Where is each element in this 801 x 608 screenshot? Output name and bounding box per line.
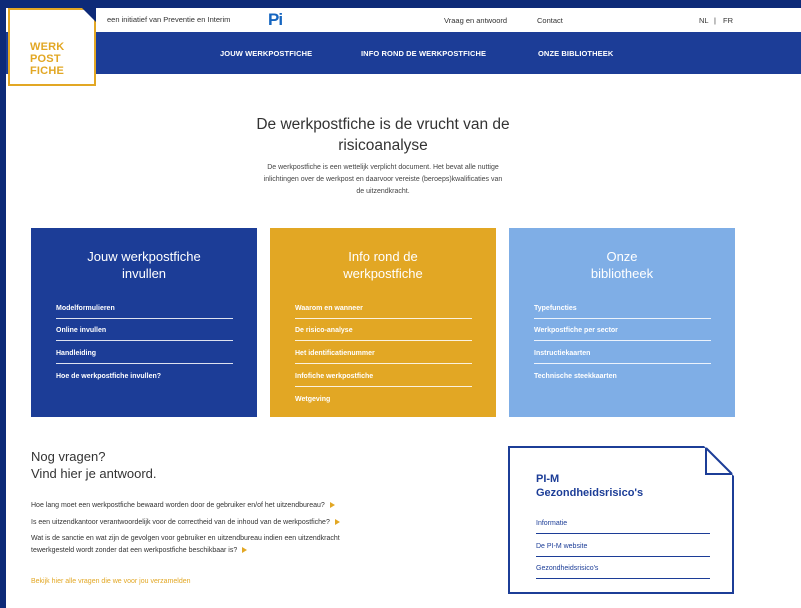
card-link-hoe-invullen[interactable]: Hoe de werkpostfiche invullen?	[56, 373, 233, 386]
card-title-line: Info rond de	[348, 249, 418, 264]
intro-title-line: risicoanalyse	[338, 137, 428, 154]
card-link-handleiding[interactable]: Handleiding	[56, 350, 233, 364]
card-jouw-werkpostfiche: Jouw werkpostfiche invullen Modelformuli…	[31, 228, 257, 417]
intro-title-line: De werkpostfiche is de vrucht van de	[256, 116, 510, 133]
nav-info-werkpostfiche[interactable]: INFO ROND DE WERKPOSTFICHE	[361, 49, 486, 58]
logo-line-post: POST	[30, 53, 61, 65]
pim-link-gezondheidsrisicos[interactable]: Gezondheidsrisico's	[536, 565, 710, 579]
questions-title-line: Vind hier je antwoord.	[31, 466, 157, 481]
lang-nl[interactable]: NL	[699, 16, 709, 25]
initiative-text: een initiatief van Preventie en Interim	[107, 15, 231, 24]
card-link-typefuncties[interactable]: Typefuncties	[534, 305, 711, 319]
faq-link[interactable]: Vraag en antwoord	[444, 16, 507, 25]
card-link-modelformulieren[interactable]: Modelformulieren	[56, 305, 233, 319]
card-link-online-invullen[interactable]: Online invullen	[56, 327, 233, 341]
card-info-werkpostfiche: Info rond de werkpostfiche Waarom en wan…	[270, 228, 496, 417]
card-title: Jouw werkpostfiche invullen	[31, 248, 257, 282]
intro-text: De werkpostfiche is een wettelijk verpli…	[231, 162, 535, 198]
pim-link-website[interactable]: De PI-M website	[536, 543, 710, 557]
card-link-technische-steekkaarten[interactable]: Technische steekkaarten	[534, 373, 711, 386]
logo-line-werk: WERK	[30, 41, 65, 53]
question-link[interactable]: Is een uitzendkantoor verantwoordelijk v…	[31, 517, 461, 529]
question-link[interactable]: Hoe lang moet een werkpostfiche bewaard …	[31, 500, 461, 512]
main-nav: JOUW WERKPOSTFICHE INFO ROND DE WERKPOST…	[6, 32, 801, 74]
card-title-line: werkpostfiche	[343, 266, 423, 281]
questions-title: Nog vragen? Vind hier je antwoord.	[31, 448, 157, 482]
all-questions-link[interactable]: Bekijk hier alle vragen die we voor jou …	[31, 578, 191, 585]
card-title-line: invullen	[121, 266, 167, 281]
card-link-infofiche[interactable]: Infofiche werkpostfiche	[295, 373, 472, 387]
card-link-waarom-wanneer[interactable]: Waarom en wanneer	[295, 305, 472, 319]
card-title-line: bibliotheek	[590, 266, 654, 281]
card-link-wetgeving[interactable]: Wetgeving	[295, 396, 472, 409]
question-text: Wat is de sanctie en wat zijn de gevolge…	[31, 535, 340, 542]
pim-link-informatie[interactable]: Informatie	[536, 520, 710, 534]
intro-text-line: De werkpostfiche is een wettelijk verpli…	[267, 164, 499, 171]
nav-jouw-werkpostfiche[interactable]: JOUW WERKPOSTFICHE	[220, 49, 312, 58]
lang-separator: |	[714, 16, 716, 25]
arrow-right-icon	[242, 547, 248, 554]
card-title-line: Jouw werkpostfiche	[87, 249, 201, 264]
question-link[interactable]: Wat is de sanctie en wat zijn de gevolge…	[31, 533, 461, 557]
card-title: Onze bibliotheek	[509, 248, 735, 282]
intro-text-line: inlichtingen over de werkpost en daarvoo…	[263, 176, 503, 183]
card-link-identificatienummer[interactable]: Het identificatienummer	[295, 350, 472, 364]
top-bar: een initiatief van Preventie en Interim …	[6, 8, 801, 32]
logo-corner-fold	[82, 8, 96, 22]
pim-box: PI-M Gezondheidsrisico's Informatie De P…	[508, 446, 734, 594]
logo-line-fiche: FICHE	[30, 65, 64, 77]
intro-text-line: de uitzendkracht.	[356, 188, 410, 195]
pim-title-line: PI-M	[536, 473, 560, 485]
question-text: Hoe lang moet een werkpostfiche bewaard …	[31, 502, 325, 509]
pim-corner-fold	[704, 446, 734, 476]
lang-fr[interactable]: FR	[723, 16, 733, 25]
question-text: Is een uitzendkantoor verantwoordelijk v…	[31, 519, 330, 526]
card-link-instructiekaarten[interactable]: Instructiekaarten	[534, 350, 711, 364]
arrow-right-icon	[334, 519, 340, 526]
pim-title-line: Gezondheidsrisico's	[536, 487, 644, 499]
card-title: Info rond de werkpostfiche	[270, 248, 496, 282]
card-title-line: Onze	[606, 249, 638, 264]
webpage: een initiatief van Preventie en Interim …	[6, 8, 801, 608]
arrow-right-icon	[329, 502, 335, 509]
card-link-per-sector[interactable]: Werkpostfiche per sector	[534, 327, 711, 341]
pi-logo-text: Pi	[268, 10, 283, 29]
card-onze-bibliotheek: Onze bibliotheek Typefuncties Werkpostfi…	[509, 228, 735, 417]
intro-title: De werkpostfiche is de vrucht van de ris…	[206, 114, 560, 156]
contact-link[interactable]: Contact	[537, 16, 563, 25]
questions-title-line: Nog vragen?	[31, 449, 106, 464]
pim-title: PI-M Gezondheidsrisico's	[536, 472, 643, 500]
card-link-risico-analyse[interactable]: De risico-analyse	[295, 327, 472, 341]
pi-logo[interactable]: Pi	[268, 10, 283, 30]
nav-onze-bibliotheek[interactable]: ONZE BIBLIOTHEEK	[538, 49, 613, 58]
screen-frame: een initiatief van Preventie en Interim …	[0, 0, 801, 608]
werkpostfiche-logo[interactable]: WERK POST FICHE	[8, 8, 96, 86]
question-text: tewerkgesteld wordt zonder dat een werkp…	[31, 547, 238, 554]
